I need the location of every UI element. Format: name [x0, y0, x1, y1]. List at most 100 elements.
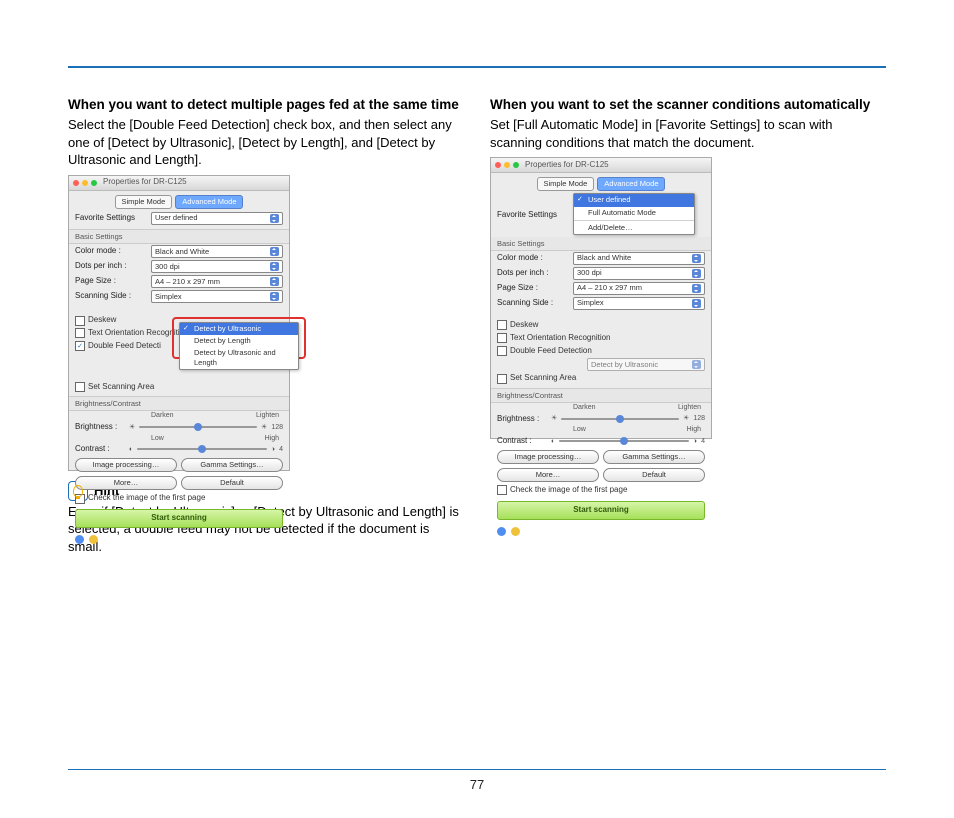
traffic-lights: [73, 180, 97, 186]
dpi-value: 300 dpi: [577, 268, 602, 278]
page-content: When you want to detect multiple pages f…: [68, 96, 886, 562]
dropdown-item-both[interactable]: Detect by Ultrasonic and Length: [180, 347, 298, 369]
double-feed-checkbox[interactable]: [75, 341, 85, 351]
zoom-icon[interactable]: [91, 180, 97, 186]
set-scan-area-checkbox[interactable]: [75, 382, 85, 392]
zoom-icon[interactable]: [513, 162, 519, 168]
scan-side-value: Simplex: [155, 292, 182, 302]
page-size-select[interactable]: A4 – 210 x 297 mm: [573, 282, 705, 295]
tab-simple[interactable]: Simple Mode: [115, 195, 173, 209]
set-scan-area-label: Set Scanning Area: [88, 382, 154, 393]
start-scanning-button[interactable]: Start scanning: [497, 501, 705, 520]
tab-simple[interactable]: Simple Mode: [537, 177, 595, 191]
scan-side-select[interactable]: Simplex: [151, 290, 283, 303]
basic-settings-header: Basic Settings: [491, 237, 711, 251]
double-feed-checkbox[interactable]: [497, 346, 507, 356]
dropdown-item-add-delete[interactable]: Add/Delete…: [574, 222, 694, 234]
gamma-settings-button[interactable]: Gamma Settings…: [603, 450, 705, 464]
color-mode-value: Black and White: [155, 247, 209, 257]
dropdown-icon: [692, 284, 701, 293]
text-orient-checkbox[interactable]: [75, 328, 85, 338]
favorite-settings-row: Favorite Settings User defined Full Auto…: [491, 193, 711, 236]
scan-side-select[interactable]: Simplex: [573, 297, 705, 310]
brightness-contrast-header: Brightness/Contrast: [69, 396, 289, 411]
dpi-select[interactable]: 300 dpi: [573, 267, 705, 280]
text-orient-label: Text Orientation Recognition: [88, 328, 189, 339]
top-rule: [68, 66, 886, 68]
dropdown-item-ultrasonic[interactable]: Detect by Ultrasonic: [180, 323, 298, 335]
default-button[interactable]: Default: [181, 476, 283, 490]
deskew-checkbox[interactable]: [497, 320, 507, 330]
contrast-high-icon: ◑: [693, 437, 697, 446]
info-icon[interactable]: [497, 527, 506, 536]
contrast-slider[interactable]: [559, 440, 689, 442]
lightbulb-icon: [73, 485, 83, 497]
brightness-label: Brightness :: [497, 414, 547, 425]
sun-dark-icon: ☀: [129, 423, 135, 432]
low-label: Low: [151, 434, 164, 443]
contrast-slider[interactable]: [137, 448, 267, 450]
start-scanning-button[interactable]: Start scanning: [75, 509, 283, 528]
tab-advanced[interactable]: Advanced Mode: [597, 177, 665, 191]
minimize-icon[interactable]: [82, 180, 88, 186]
check-first-page-checkbox[interactable]: [497, 485, 507, 495]
screenshot-right: Properties for DR-C125 Simple Mode Advan…: [490, 157, 712, 439]
double-feed-dropdown[interactable]: Detect by Ultrasonic Detect by Length De…: [179, 322, 299, 371]
dropdown-item-full-auto[interactable]: Full Automatic Mode: [574, 207, 694, 219]
dropdown-icon: [270, 292, 279, 301]
sun-dark-icon: ☀: [551, 414, 557, 423]
more-button[interactable]: More…: [497, 468, 599, 482]
page-size-select[interactable]: A4 – 210 x 297 mm: [151, 275, 283, 288]
deskew-checkbox[interactable]: [75, 316, 85, 326]
image-processing-button[interactable]: Image processing…: [497, 450, 599, 464]
favorite-settings-dropdown[interactable]: User defined Full Automatic Mode Add/Del…: [573, 193, 695, 234]
minimize-icon[interactable]: [504, 162, 510, 168]
contrast-value: 4: [701, 437, 705, 446]
scan-side-label: Scanning Side :: [497, 298, 573, 309]
gamma-settings-button[interactable]: Gamma Settings…: [181, 458, 283, 472]
image-processing-button[interactable]: Image processing…: [75, 458, 177, 472]
page-number: 77: [0, 777, 954, 792]
darken-label: Darken: [151, 411, 174, 420]
favorite-settings-select[interactable]: User defined: [151, 212, 283, 225]
screenshot-left: Properties for DR-C125 Simple Mode Advan…: [68, 175, 290, 471]
scan-side-label: Scanning Side :: [75, 291, 151, 302]
double-feed-method-select[interactable]: Detect by Ultrasonic: [587, 358, 705, 371]
dropdown-icon: [692, 360, 701, 369]
bottom-rule: [68, 769, 886, 770]
brightness-slider[interactable]: [561, 418, 679, 420]
left-body: Select the [Double Feed Detection] check…: [68, 116, 464, 169]
brightness-slider[interactable]: [139, 426, 257, 428]
window-titlebar: Properties for DR-C125: [69, 176, 289, 191]
contrast-value: 4: [279, 445, 283, 454]
double-feed-method-value: Detect by Ultrasonic: [591, 360, 658, 370]
left-heading: When you want to detect multiple pages f…: [68, 96, 464, 114]
help-icon[interactable]: [511, 527, 520, 536]
high-label: High: [265, 434, 279, 443]
close-icon[interactable]: [73, 180, 79, 186]
dpi-select[interactable]: 300 dpi: [151, 260, 283, 273]
set-scan-area-checkbox[interactable]: [497, 374, 507, 384]
page-size-value: A4 – 210 x 297 mm: [155, 277, 220, 287]
color-mode-select[interactable]: Black and White: [573, 252, 705, 265]
window-titlebar: Properties for DR-C125: [491, 158, 711, 173]
double-feed-label: Double Feed Detecti: [88, 341, 161, 352]
dropdown-icon: [270, 277, 279, 286]
brightness-value: 128: [693, 414, 705, 423]
color-mode-select[interactable]: Black and White: [151, 245, 283, 258]
dropdown-icon: [270, 247, 279, 256]
info-icon[interactable]: [75, 535, 84, 544]
tab-advanced[interactable]: Advanced Mode: [175, 195, 243, 209]
favorite-settings-value: User defined: [155, 213, 198, 223]
text-orient-checkbox[interactable]: [497, 333, 507, 343]
dropdown-item-user-defined[interactable]: User defined: [574, 194, 694, 206]
check-first-page-label: Check the image of the first page: [510, 485, 627, 496]
default-button[interactable]: Default: [603, 468, 705, 482]
brightness-value: 128: [271, 423, 283, 432]
help-icon[interactable]: [89, 535, 98, 544]
dropdown-item-length[interactable]: Detect by Length: [180, 335, 298, 347]
sun-light-icon: ☀: [683, 414, 689, 423]
close-icon[interactable]: [495, 162, 501, 168]
more-button[interactable]: More…: [75, 476, 177, 490]
traffic-lights: [495, 162, 519, 168]
